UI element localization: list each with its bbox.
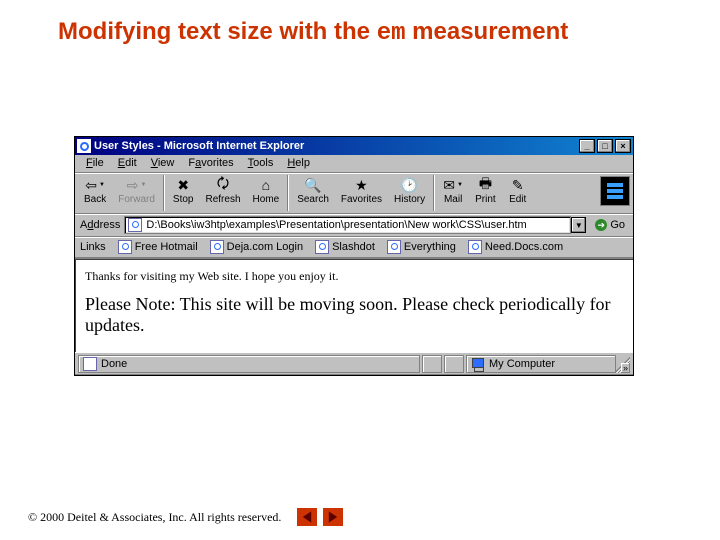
links-label: Links — [78, 241, 112, 253]
status-zone-text: My Computer — [489, 358, 555, 370]
search-label: Search — [297, 194, 329, 205]
print-label: Print — [475, 194, 496, 205]
forward-button[interactable]: ⇨▼ Forward — [112, 175, 161, 206]
home-label: Home — [253, 194, 280, 205]
right-arrow-icon — [326, 510, 340, 524]
left-arrow-icon — [300, 510, 314, 524]
toolbar: ⇦▼ Back ⇨▼ Forward ✖ Stop 🗘 Refresh ⌂ Ho… — [75, 173, 633, 214]
go-button[interactable]: ➔ Go — [590, 218, 630, 232]
close-button[interactable]: × — [615, 139, 631, 153]
refresh-button[interactable]: 🗘 Refresh — [200, 175, 247, 206]
back-icon: ⇦▼ — [85, 176, 105, 194]
footer: © 2000 Deitel & Associates, Inc. All rig… — [28, 508, 343, 526]
page-icon — [468, 240, 482, 254]
link-item[interactable]: Free Hotmail — [112, 239, 204, 255]
link-label: Slashdot — [332, 241, 375, 253]
back-label: Back — [84, 194, 106, 205]
page-content: Thanks for visiting my Web site. I hope … — [75, 258, 633, 352]
status-empty — [444, 355, 464, 373]
print-button[interactable]: 🖶 Print — [469, 175, 502, 206]
mail-button[interactable]: ✉▼ Mail — [437, 175, 469, 206]
link-label: Free Hotmail — [135, 241, 198, 253]
status-text: Done — [101, 358, 127, 370]
copyright-text: 2000 Deitel & Associates, Inc. All right… — [40, 510, 281, 525]
link-item[interactable]: Slashdot — [309, 239, 381, 255]
stop-button[interactable]: ✖ Stop — [167, 175, 200, 206]
address-bar: Address D:\Books\iw3htp\examples\Present… — [75, 214, 633, 237]
prev-slide-button[interactable] — [297, 508, 317, 526]
refresh-label: Refresh — [206, 194, 241, 205]
address-dropdown[interactable]: ▼ — [571, 217, 586, 233]
content-paragraph-small: Thanks for visiting my Web site. I hope … — [85, 269, 623, 284]
status-message: Done — [78, 355, 420, 373]
address-value: D:\Books\iw3htp\examples\Presentation\pr… — [146, 219, 526, 231]
link-label: Everything — [404, 241, 456, 253]
menu-help[interactable]: Help — [280, 156, 317, 170]
page-icon — [83, 357, 97, 371]
computer-icon — [471, 358, 485, 370]
stop-label: Stop — [173, 194, 194, 205]
page-icon — [128, 218, 142, 232]
link-item[interactable]: Everything — [381, 239, 462, 255]
slide-title-em: em — [377, 20, 406, 47]
stop-icon: ✖ — [173, 176, 193, 194]
page-icon — [210, 240, 224, 254]
favorites-button[interactable]: ★ Favorites — [335, 175, 388, 206]
go-label: Go — [610, 219, 625, 231]
link-label: Deja.com Login — [227, 241, 303, 253]
status-empty — [422, 355, 442, 373]
menu-file[interactable]: File — [79, 156, 111, 170]
maximize-button[interactable]: □ — [597, 139, 613, 153]
menubar: File Edit View Favorites Tools Help — [75, 155, 633, 173]
history-label: History — [394, 194, 425, 205]
titlebar[interactable]: User Styles - Microsoft Internet Explore… — [75, 137, 633, 155]
slide-title-pre: Modifying text size with the — [58, 18, 377, 45]
links-bar: Links Free Hotmail Deja.com Login Slashd… — [75, 237, 633, 258]
favorites-icon: ★ — [351, 176, 371, 194]
window-title: User Styles - Microsoft Internet Explore… — [94, 140, 304, 152]
edit-icon: ✎ — [508, 176, 528, 194]
slide-title-post: measurement — [406, 18, 569, 45]
forward-label: Forward — [118, 194, 155, 205]
edit-button[interactable]: ✎ Edit — [502, 175, 534, 206]
content-paragraph-large: Please Note: This site will be moving so… — [85, 294, 623, 336]
back-button[interactable]: ⇦▼ Back — [78, 175, 112, 206]
menu-edit[interactable]: Edit — [111, 156, 144, 170]
home-icon: ⌂ — [256, 176, 276, 194]
address-label: Address — [78, 219, 124, 231]
history-icon: 🕑 — [400, 176, 420, 194]
forward-icon: ⇨▼ — [127, 176, 147, 194]
menu-view[interactable]: View — [144, 156, 182, 170]
copyright-symbol: © — [28, 510, 40, 525]
history-button[interactable]: 🕑 History — [388, 175, 431, 206]
page-icon — [387, 240, 401, 254]
address-input[interactable]: D:\Books\iw3htp\examples\Presentation\pr… — [124, 216, 571, 234]
throbber-icon — [600, 176, 630, 206]
home-button[interactable]: ⌂ Home — [247, 175, 286, 206]
search-icon: 🔍 — [303, 176, 323, 194]
refresh-icon: 🗘 — [213, 176, 233, 194]
link-label: Need.Docs.com — [485, 241, 563, 253]
page-icon — [315, 240, 329, 254]
edit-label: Edit — [509, 194, 526, 205]
status-zone: My Computer — [466, 355, 616, 373]
status-bar: Done My Computer — [75, 352, 633, 375]
ie-icon — [77, 139, 91, 153]
slide-title: Modifying text size with the em measurem… — [58, 18, 568, 47]
favorites-label: Favorites — [341, 194, 382, 205]
mail-label: Mail — [444, 194, 462, 205]
go-icon: ➔ — [595, 219, 607, 231]
mail-icon: ✉▼ — [443, 176, 463, 194]
link-item[interactable]: Deja.com Login — [204, 239, 309, 255]
page-icon — [118, 240, 132, 254]
toolbar-chevron[interactable]: » — [621, 363, 630, 373]
search-button[interactable]: 🔍 Search — [291, 175, 335, 206]
minimize-button[interactable]: _ — [579, 139, 595, 153]
print-icon: 🖶 — [475, 176, 495, 194]
link-item[interactable]: Need.Docs.com — [462, 239, 569, 255]
ie-window: User Styles - Microsoft Internet Explore… — [74, 136, 634, 376]
next-slide-button[interactable] — [323, 508, 343, 526]
menu-tools[interactable]: Tools — [241, 156, 281, 170]
menu-favorites[interactable]: Favorites — [181, 156, 240, 170]
